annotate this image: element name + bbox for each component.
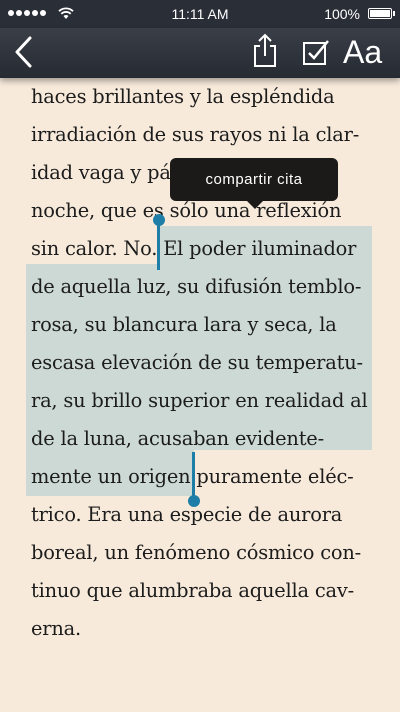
- text-line: escasa elevación de su temperatu-: [31, 351, 363, 374]
- battery-icon: [368, 8, 395, 19]
- back-chevron-icon: [15, 36, 32, 68]
- text-line: de aquella luz, su difusión temblo-: [31, 275, 362, 298]
- text-line: de la luna, acusaban evidente-: [31, 427, 324, 450]
- text-line: tinuo que alumbraba aquella cav-: [31, 579, 354, 602]
- text-line: haces brillantes y la espléndida: [31, 85, 335, 108]
- text-line: mente un origen puramente eléc-: [31, 465, 354, 488]
- back-button[interactable]: [12, 34, 36, 70]
- bookmark-check-button[interactable]: [302, 38, 330, 66]
- battery-percent: 100%: [324, 6, 360, 22]
- share-icon: [254, 33, 276, 67]
- battery-level-fill: [370, 10, 390, 17]
- text-line: sin calor. No. El poder iluminador: [31, 237, 357, 260]
- text-line: irradiación de sus rayos ni la clar-: [31, 123, 360, 146]
- text-line: ra, su brillo superior en realidad al: [31, 389, 368, 412]
- text-line: boreal, un fenómeno cósmico con-: [31, 541, 362, 564]
- text-line: trico. Era una especie de aurora: [31, 503, 343, 526]
- reader-toolbar: Aa: [0, 28, 400, 78]
- status-bar: 11:11 AM 100%: [0, 0, 400, 28]
- selection-end-handle-bar[interactable]: [192, 452, 195, 500]
- checkbox-icon: [303, 40, 329, 65]
- text-line: erna.: [31, 617, 81, 640]
- font-settings-button[interactable]: Aa: [343, 32, 382, 72]
- selection-start-handle-bar[interactable]: [157, 222, 160, 270]
- text-line: rosa, su blancura lara y seca, la: [31, 313, 337, 336]
- share-quote-button[interactable]: compartir cita: [170, 158, 338, 209]
- share-button[interactable]: [252, 32, 278, 68]
- selection-end-handle[interactable]: [188, 495, 200, 507]
